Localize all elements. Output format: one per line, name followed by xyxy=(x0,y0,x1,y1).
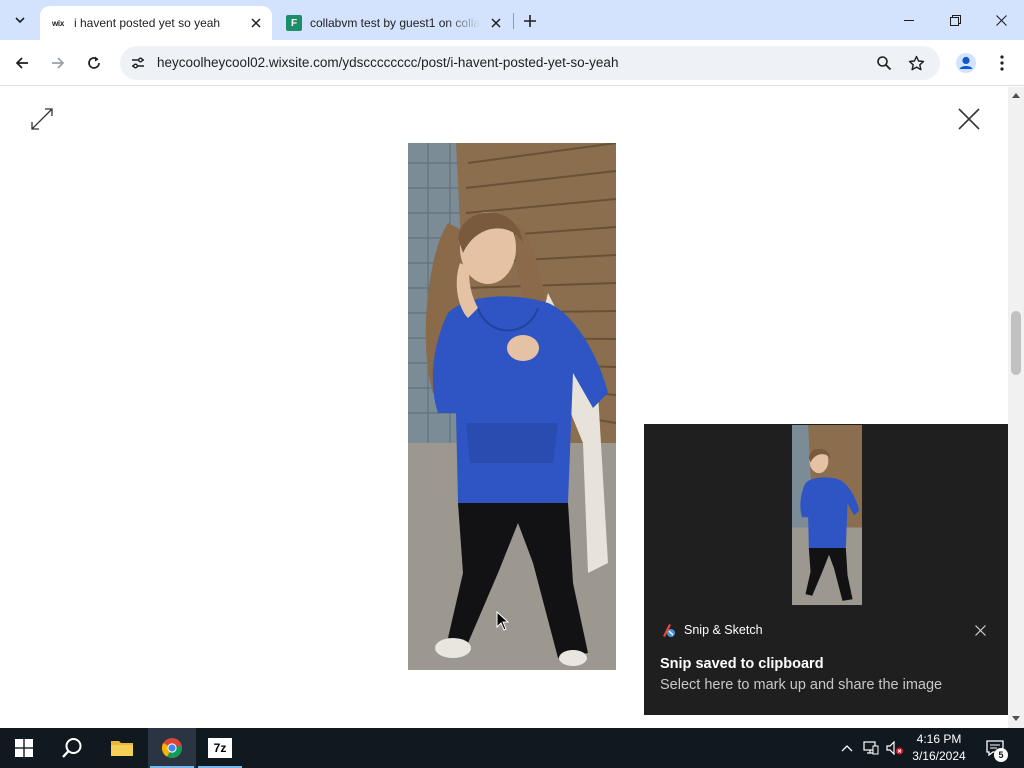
toast-app-header: Snip & Sketch xyxy=(660,622,763,638)
tab-close-icon[interactable] xyxy=(486,13,506,33)
scrollbar-thumb[interactable] xyxy=(1011,311,1021,375)
clock-time: 4:16 PM xyxy=(916,732,962,746)
favicon-text: wix xyxy=(52,18,64,28)
volume-muted-icon[interactable] xyxy=(884,728,906,768)
chrome-taskbar-button[interactable] xyxy=(148,728,196,768)
chevron-up-icon xyxy=(841,745,853,752)
tab-title: collabvm test by guest1 on collabvm xyxy=(310,16,480,30)
forward-button[interactable] xyxy=(44,49,72,77)
wix-favicon-icon: wix xyxy=(50,15,66,31)
7zip-icon: 7z xyxy=(208,738,232,758)
windows-taskbar: 7z 4:16 PM 3/16/2024 5 xyxy=(0,728,1024,768)
url-text[interactable]: heycoolheycool02.wixsite.com/ydscccccccc… xyxy=(157,55,618,70)
close-window-button[interactable] xyxy=(978,0,1024,40)
post-photo[interactable] xyxy=(408,143,616,670)
snip-sketch-app-icon xyxy=(663,624,675,637)
tab-title: i havent posted yet so yeah xyxy=(74,16,221,30)
page-scrollbar[interactable] xyxy=(1008,87,1024,728)
site-info-icon[interactable] xyxy=(126,51,150,75)
bookmark-star-icon[interactable] xyxy=(904,51,928,75)
new-tab-button[interactable] xyxy=(518,9,542,33)
7zip-label: 7z xyxy=(213,741,227,755)
tab-active[interactable]: wix i havent posted yet so yeah xyxy=(40,6,272,40)
toast-app-name: Snip & Sketch xyxy=(684,623,763,637)
kebab-menu-icon xyxy=(1000,55,1004,71)
snip-thumbnail[interactable] xyxy=(792,425,862,605)
tab-close-icon[interactable] xyxy=(246,13,266,33)
chevron-down-icon xyxy=(15,17,25,24)
chrome-menu-button[interactable] xyxy=(988,49,1016,77)
network-icon[interactable] xyxy=(860,728,882,768)
scroll-up-icon[interactable] xyxy=(1012,91,1020,99)
toast-close-icon[interactable] xyxy=(972,622,988,638)
folder-icon xyxy=(111,741,133,756)
clock-date: 3/16/2024 xyxy=(912,749,966,763)
profile-button[interactable] xyxy=(952,49,980,77)
toast-body: Select here to mark up and share the ima… xyxy=(660,677,943,693)
expand-fullscreen-icon[interactable] xyxy=(28,105,56,133)
mouse-cursor-icon xyxy=(496,610,510,631)
minimize-icon xyxy=(903,19,914,21)
snip-notification-toast[interactable]: Snip & Sketch Snip saved to clipboard Se… xyxy=(644,424,1008,715)
lightbox-close-icon[interactable] xyxy=(955,105,983,133)
back-button[interactable] xyxy=(8,49,36,77)
arrow-right-icon xyxy=(52,57,65,69)
start-button[interactable] xyxy=(0,728,48,768)
reload-icon xyxy=(88,56,100,69)
system-clock[interactable]: 4:16 PM 3/16/2024 xyxy=(906,731,972,765)
address-bar[interactable]: heycoolheycool02.wixsite.com/ydscccccccc… xyxy=(120,46,940,80)
profile-avatar-icon xyxy=(956,53,976,73)
minimize-button[interactable] xyxy=(886,0,932,40)
forms-favicon-icon: F xyxy=(286,15,302,31)
restore-icon xyxy=(949,14,961,26)
windows-logo-icon xyxy=(15,739,33,757)
taskbar-search-button[interactable] xyxy=(48,728,96,768)
favicon-text: F xyxy=(286,15,302,31)
action-center-button[interactable]: 5 xyxy=(980,728,1010,768)
7zip-taskbar-button[interactable]: 7z xyxy=(196,728,244,768)
arrow-left-icon xyxy=(15,57,28,69)
search-icon xyxy=(62,738,82,758)
show-hidden-icons-button[interactable] xyxy=(836,728,858,768)
tab-separator xyxy=(513,13,514,29)
browser-toolbar: heycoolheycool02.wixsite.com/ydscccccccc… xyxy=(0,40,1024,86)
restore-button[interactable] xyxy=(932,0,978,40)
notification-count-badge: 5 xyxy=(994,748,1008,762)
file-explorer-button[interactable] xyxy=(98,728,146,768)
scroll-down-icon[interactable] xyxy=(1012,715,1020,723)
tab-inactive[interactable]: F collabvm test by guest1 on collabvm xyxy=(276,6,512,40)
plus-icon xyxy=(524,15,536,27)
zoom-icon[interactable] xyxy=(872,51,896,75)
reload-button[interactable] xyxy=(80,49,108,77)
tab-search-button[interactable] xyxy=(6,6,34,34)
close-icon xyxy=(995,14,1007,26)
tab-strip: wix i havent posted yet so yeah F collab… xyxy=(0,0,1024,40)
toast-title: Snip saved to clipboard xyxy=(660,656,824,672)
chrome-icon xyxy=(161,738,183,759)
